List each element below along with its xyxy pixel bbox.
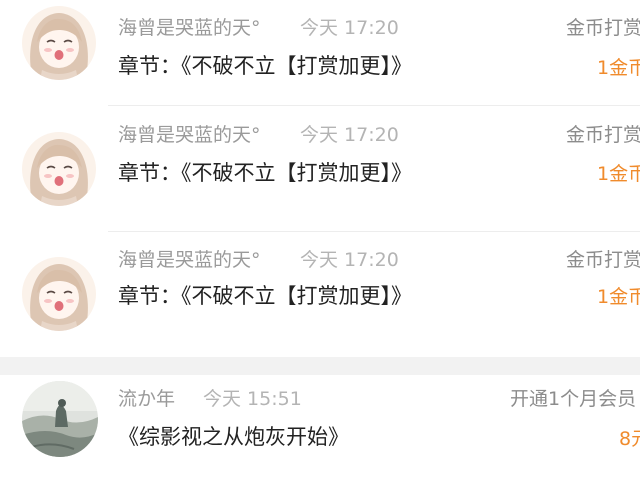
record-description: 章节：《不破不立【打赏加更】》 bbox=[118, 54, 412, 78]
reward-type: 金币打赏 bbox=[566, 17, 640, 39]
user-avatar[interactable] bbox=[22, 257, 96, 331]
landscape-avatar-icon bbox=[22, 381, 98, 457]
username[interactable]: 海曾是哭蓝的天° bbox=[118, 120, 261, 147]
reward-amount: 1金币 bbox=[597, 57, 640, 79]
record-description: 章节：《不破不立【打赏加更】》 bbox=[118, 284, 412, 308]
reward-type: 开通1个月会员 bbox=[510, 388, 637, 410]
username[interactable]: 海曾是哭蓝的天° bbox=[118, 13, 261, 40]
user-avatar[interactable] bbox=[22, 6, 96, 80]
anime-girl-avatar-icon bbox=[22, 132, 96, 206]
reward-type: 金币打赏 bbox=[566, 249, 640, 271]
record-description: 章节：《不破不立【打赏加更】》 bbox=[118, 161, 412, 185]
user-avatar[interactable] bbox=[22, 381, 98, 457]
reward-amount: 1金币 bbox=[597, 286, 640, 308]
record-description: 《综影视之从炮灰开始》 bbox=[118, 425, 349, 449]
reward-record-list: 海曾是哭蓝的天° 今天 17:20 章节：《不破不立【打赏加更】》 金币打赏 1… bbox=[0, 0, 640, 477]
anime-girl-avatar-icon bbox=[22, 6, 96, 80]
reward-amount: 1金币 bbox=[597, 163, 640, 185]
user-avatar[interactable] bbox=[22, 132, 96, 206]
username[interactable]: 流か年 bbox=[118, 384, 175, 411]
record-row[interactable]: 流か年 今天 15:51 《综影视之从炮灰开始》 开通1个月会员 8元 bbox=[0, 375, 640, 477]
section-gap bbox=[0, 357, 640, 375]
record-row[interactable]: 海曾是哭蓝的天° 今天 17:20 章节：《不破不立【打赏加更】》 金币打赏 1… bbox=[0, 0, 640, 106]
reward-amount: 8元 bbox=[619, 428, 640, 450]
reward-type: 金币打赏 bbox=[566, 124, 640, 146]
username[interactable]: 海曾是哭蓝的天° bbox=[118, 245, 261, 272]
timestamp: 今天 15:51 bbox=[203, 388, 302, 410]
timestamp: 今天 17:20 bbox=[300, 17, 399, 39]
anime-girl-avatar-icon bbox=[22, 257, 96, 331]
record-row[interactable]: 海曾是哭蓝的天° 今天 17:20 章节：《不破不立【打赏加更】》 金币打赏 1… bbox=[0, 232, 640, 357]
timestamp: 今天 17:20 bbox=[300, 124, 399, 146]
record-row[interactable]: 海曾是哭蓝的天° 今天 17:20 章节：《不破不立【打赏加更】》 金币打赏 1… bbox=[0, 106, 640, 232]
timestamp: 今天 17:20 bbox=[300, 249, 399, 271]
